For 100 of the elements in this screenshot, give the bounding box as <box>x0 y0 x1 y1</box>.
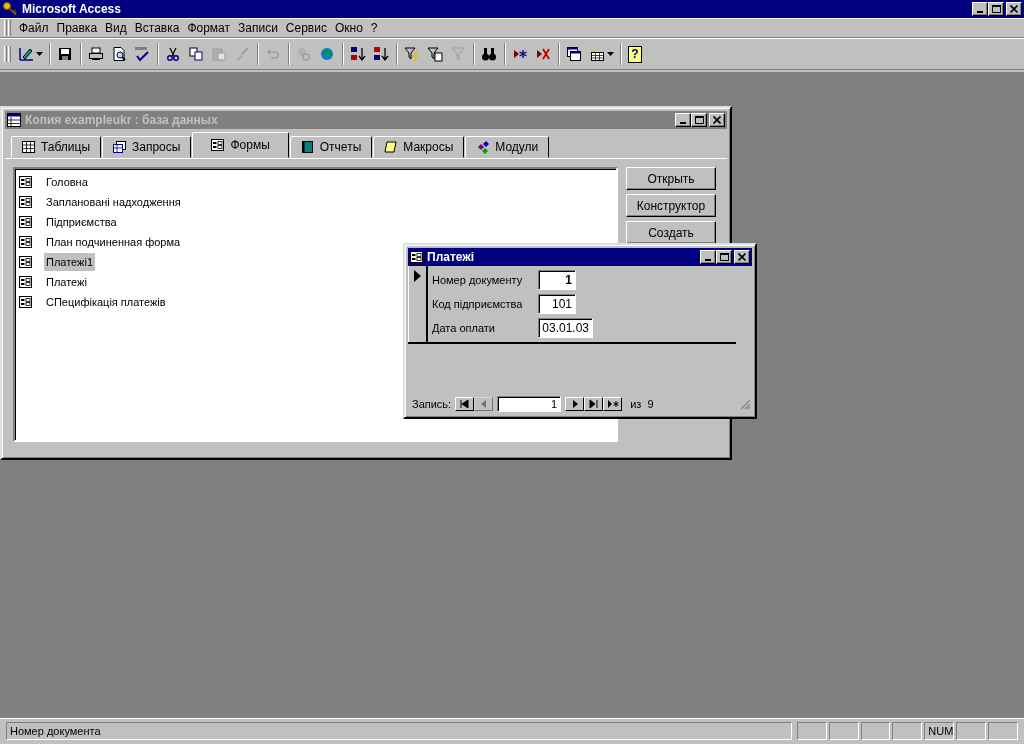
field-label: Номер документу <box>432 272 524 288</box>
record-count: из 9 <box>630 397 654 412</box>
query-icon <box>113 140 126 154</box>
field-label: Дата оплати <box>432 320 496 336</box>
menu-item[interactable]: Правка <box>52 19 102 37</box>
tab[interactable]: Макросы <box>373 136 465 158</box>
sort-descending-icon <box>373 46 389 62</box>
form-list-item[interactable]: Платежі1 <box>44 252 96 272</box>
maximize-button[interactable] <box>691 113 707 127</box>
book-icon <box>300 140 314 154</box>
text-field[interactable]: 101 <box>538 294 576 314</box>
form-icon <box>19 176 32 188</box>
close-icon <box>1010 5 1018 13</box>
link-icon <box>296 46 312 62</box>
maximize-icon <box>719 253 729 261</box>
menu-item[interactable]: Файл <box>15 19 53 37</box>
form-icon <box>410 251 423 263</box>
tab[interactable]: Таблицы <box>11 136 101 158</box>
database-window-icon <box>566 46 582 62</box>
form-list-item[interactable]: Підприємства <box>44 212 119 232</box>
form-icon <box>19 296 32 308</box>
form-list-item[interactable]: Заплановані надходження <box>44 192 183 212</box>
resize-grip-icon <box>740 398 751 410</box>
minimize-icon <box>977 11 983 13</box>
open-button[interactable]: Открыть <box>626 167 716 190</box>
minimize-icon <box>705 259 711 261</box>
minimize-button[interactable] <box>700 250 716 264</box>
form-icon <box>211 138 225 152</box>
new-record-button[interactable] <box>603 397 623 412</box>
new-object-icon <box>589 46 605 62</box>
last-record-button[interactable] <box>584 397 604 412</box>
text-field[interactable]: 03.01.03 <box>538 318 593 338</box>
tab[interactable]: Отчеты <box>289 136 373 158</box>
form-list-item[interactable]: Головна <box>44 172 90 192</box>
help-icon: ? <box>628 45 642 63</box>
status-indicator <box>956 722 987 740</box>
filter-icon <box>404 46 420 62</box>
binoculars-icon <box>481 46 497 62</box>
database-icon <box>7 113 21 127</box>
status-indicator <box>988 722 1018 740</box>
close-button[interactable] <box>1006 2 1022 16</box>
window-title: Платежі <box>427 249 475 266</box>
menu-item[interactable]: Записи <box>234 19 282 37</box>
print-icon <box>88 46 104 62</box>
form-icon <box>19 216 32 228</box>
menu-item[interactable]: ? <box>366 19 382 37</box>
spell-check-icon <box>134 46 150 62</box>
maximize-button[interactable] <box>716 250 732 264</box>
key-icon <box>2 1 18 17</box>
maximize-button[interactable] <box>988 2 1004 16</box>
maximize-icon <box>991 5 1001 13</box>
sort-ascending-icon <box>350 46 366 62</box>
status-text: Номер документа <box>6 722 792 740</box>
create-button[interactable]: Создать <box>626 221 716 244</box>
close-button[interactable] <box>709 113 725 127</box>
minimize-button[interactable] <box>972 2 988 16</box>
minimize-icon <box>680 122 686 124</box>
text-field[interactable]: 1 <box>538 270 576 290</box>
print-preview-icon <box>111 46 127 62</box>
form-icon <box>19 276 32 288</box>
status-indicator: NUM <box>924 722 955 740</box>
delete-record-icon <box>535 46 551 62</box>
help-button[interactable]: ? <box>625 43 648 65</box>
close-icon <box>738 253 746 261</box>
module-icon <box>476 140 490 154</box>
first-record-icon <box>458 399 471 410</box>
close-button[interactable] <box>734 250 750 264</box>
menu-item[interactable]: Окно <box>330 19 367 37</box>
menu-item[interactable]: Сервис <box>281 19 331 37</box>
globe-icon <box>319 46 335 62</box>
design-view-icon <box>18 46 34 62</box>
status-indicator <box>796 722 827 740</box>
last-record-icon <box>587 399 600 410</box>
tab[interactable]: Запросы <box>102 136 192 158</box>
tab[interactable]: Модули <box>465 136 550 158</box>
first-record-button[interactable] <box>455 397 475 412</box>
menu-item[interactable]: Вставка <box>130 19 184 37</box>
table-icon <box>22 140 35 154</box>
form-list-item[interactable]: Платежі <box>44 272 89 292</box>
form-list-item[interactable]: План подчиненная форма <box>44 232 183 252</box>
menu-item[interactable]: Вид <box>101 19 131 37</box>
filter-icon <box>450 46 466 62</box>
next-record-button[interactable] <box>565 397 585 412</box>
record-selector[interactable] <box>408 266 428 342</box>
menu-item[interactable]: Формат <box>183 19 235 37</box>
form-icon <box>19 236 32 248</box>
status-indicator <box>828 722 859 740</box>
save-icon <box>57 46 73 62</box>
copy-icon <box>188 46 204 62</box>
design-button[interactable]: Конструктор <box>626 194 716 217</box>
filter-form-icon <box>427 46 443 62</box>
scroll-icon <box>384 140 398 154</box>
record-number-field[interactable]: 1 <box>497 396 562 413</box>
tab[interactable]: Формы <box>192 132 289 158</box>
maximize-icon <box>694 116 704 124</box>
paste-icon <box>211 46 227 62</box>
form-icon <box>19 196 32 208</box>
form-list-item[interactable]: СПецифікація платежів <box>44 292 168 312</box>
record-pointer-icon <box>413 270 421 282</box>
minimize-button[interactable] <box>675 113 691 127</box>
